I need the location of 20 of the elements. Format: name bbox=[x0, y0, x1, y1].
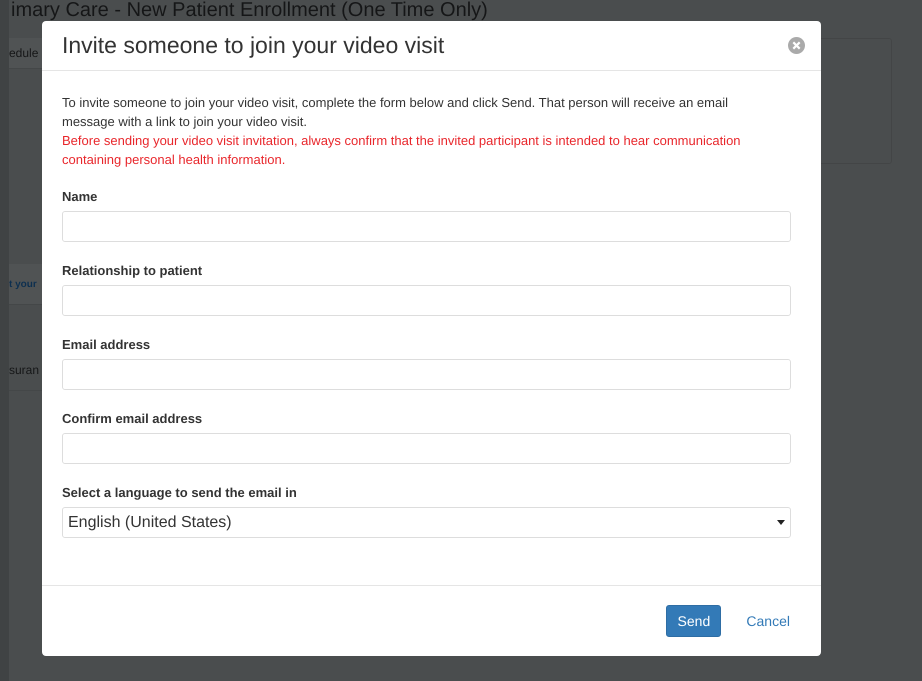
dialog-title: Invite someone to join your video visit bbox=[62, 32, 444, 59]
input-field[interactable] bbox=[62, 211, 791, 242]
field-label: Select a language to send the email in bbox=[62, 485, 298, 500]
input-field[interactable] bbox=[62, 285, 791, 316]
section-heading: t your bbox=[9, 264, 42, 305]
page-title: imary Care - New Patient Enrollment (One Time Only) bbox=[11, 0, 489, 20]
intro-text: To invite someone to join your video visit, complete the form below and click Send. That person will receive an email message with a link to join your video visit. bbox=[62, 94, 729, 131]
field-label: Name bbox=[62, 189, 98, 204]
send-button[interactable]: Send bbox=[666, 605, 722, 637]
close-icon[interactable] bbox=[788, 37, 805, 54]
field-label: Confirm email address bbox=[62, 411, 204, 426]
language-select[interactable]: English (United States) bbox=[62, 507, 791, 538]
warning-text: Before sending your video visit invitation, always confirm that the invited participant is intended to hear communication containing personal health information. bbox=[62, 132, 742, 169]
field-label: Email address bbox=[62, 337, 152, 352]
input-field[interactable] bbox=[62, 433, 791, 464]
caret-icon bbox=[777, 520, 785, 525]
tab[interactable]: edule bbox=[9, 38, 42, 69]
cancel-link[interactable]: Cancel bbox=[746, 613, 790, 629]
input-field[interactable] bbox=[62, 359, 791, 390]
field-label: Relationship to patient bbox=[62, 263, 204, 278]
